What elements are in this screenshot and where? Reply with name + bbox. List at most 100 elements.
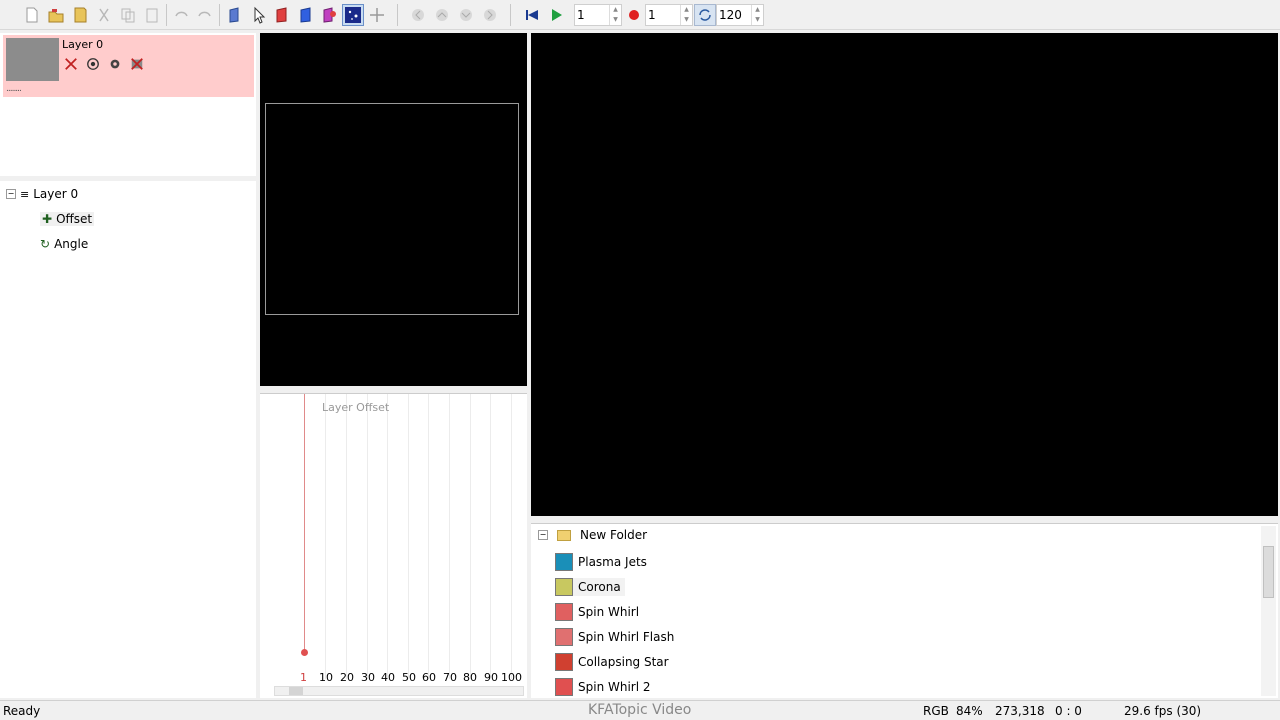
status-ready: Ready — [3, 704, 41, 718]
tick-label: 50 — [402, 671, 416, 684]
nav-right-icon[interactable] — [479, 4, 501, 26]
library-item[interactable]: Spin Whirl Flash — [555, 628, 674, 646]
status-coords: 273,318 — [995, 704, 1045, 718]
collapse-icon[interactable]: − — [6, 189, 16, 199]
tree-item-angle[interactable]: ↻ Angle — [40, 237, 88, 251]
undo-icon[interactable] — [170, 4, 192, 26]
layer-name: Layer 0 — [62, 38, 104, 51]
library-item-label: Corona — [578, 580, 621, 594]
toolbar: 1 ▲ ▼ 1 ▲ ▼ 120 ▲ ▼ — [0, 0, 1280, 30]
layer-thumbnail — [6, 38, 59, 81]
spin-whirl-flash-icon — [555, 628, 573, 646]
new-icon[interactable] — [21, 4, 43, 26]
folder-label: New Folder — [580, 528, 648, 542]
nav-up-icon[interactable] — [431, 4, 453, 26]
spin-whirl-2-icon — [555, 678, 573, 696]
blue-tool-icon[interactable] — [295, 4, 317, 26]
tree-item-offset[interactable]: ✚ Offset — [40, 212, 95, 226]
library-item-label: Spin Whirl — [578, 605, 640, 619]
tick-label: 90 — [484, 671, 498, 684]
layer-list-icon: ≡ — [20, 187, 30, 201]
record-icon[interactable] — [623, 4, 645, 26]
tree-angle-label: Angle — [54, 237, 89, 251]
transform-icon[interactable] — [366, 4, 388, 26]
tick-label: 60 — [422, 671, 436, 684]
library-item[interactable]: Spin Whirl 2 — [555, 678, 651, 696]
library-item-label: Collapsing Star — [578, 655, 669, 669]
library-item-label: Spin Whirl Flash — [578, 630, 675, 644]
status-fps: 29.6 fps (30) — [1124, 704, 1202, 718]
pointer-icon[interactable] — [248, 4, 270, 26]
effects-library: − New Folder Plasma Jets Corona Spin Whi… — [531, 523, 1278, 698]
tick-label: 70 — [443, 671, 457, 684]
tick-label: 100 — [501, 671, 522, 684]
record-value: 1 — [648, 8, 656, 22]
copy-icon[interactable] — [117, 4, 139, 26]
plasma-jets-icon — [555, 553, 573, 571]
visibility-x-icon[interactable] — [62, 55, 79, 72]
tree-offset-label: Offset — [56, 212, 93, 226]
library-item-label: Plasma Jets — [578, 555, 647, 569]
effect-icon[interactable] — [318, 4, 340, 26]
status-time: 0 : 0 — [1055, 704, 1082, 718]
target-icon[interactable] — [84, 55, 101, 72]
red-tool-icon[interactable] — [271, 4, 293, 26]
library-item[interactable]: Plasma Jets — [555, 553, 647, 571]
library-item[interactable]: Spin Whirl — [555, 603, 639, 621]
folder-row[interactable]: − New Folder — [538, 528, 647, 542]
layer-row[interactable]: Layer 0 ........ — [3, 35, 254, 97]
tick-label: 10 — [319, 671, 333, 684]
tick-label: 30 — [361, 671, 375, 684]
corona-icon — [555, 578, 573, 596]
offset-icon: ✚ — [42, 212, 53, 226]
end-frame-stepper[interactable]: 120 ▲ ▼ — [716, 4, 764, 26]
loop-icon[interactable] — [694, 4, 716, 26]
play-icon[interactable] — [545, 4, 567, 26]
status-mode: RGB — [923, 704, 949, 718]
watermark: KFATopic Video — [588, 702, 692, 718]
timeline-key[interactable] — [301, 649, 308, 656]
main-preview[interactable] — [531, 33, 1278, 516]
tree-item-layer[interactable]: − ≡ Layer 0 — [6, 187, 78, 201]
timeline-label: Layer Offset — [322, 401, 390, 414]
library-item-label: Spin Whirl 2 — [578, 680, 651, 694]
status-zoom: 84% — [956, 704, 983, 718]
property-tree: − ≡ Layer 0 ✚ Offset ↻ Angle — [0, 181, 256, 698]
tick-label: 1 — [300, 671, 307, 684]
open-icon[interactable] — [45, 4, 67, 26]
gear-icon[interactable] — [106, 55, 123, 72]
spin-whirl-icon — [555, 603, 573, 621]
timeline-panel[interactable]: Layer Offset 1 10 20 30 40 50 60 70 80 9… — [260, 393, 527, 698]
app-window: 1 ▲ ▼ 1 ▲ ▼ 120 ▲ ▼ Layer 0 ........ − ≡… — [0, 0, 1280, 720]
layer-preview[interactable] — [260, 33, 527, 386]
library-item[interactable]: Collapsing Star — [555, 653, 669, 671]
layer-dots: ........ — [6, 84, 22, 94]
save-icon[interactable] — [69, 4, 91, 26]
collapsing-star-icon — [555, 653, 573, 671]
cut-icon[interactable] — [93, 4, 115, 26]
status-bar: Ready KFATopic Video RGB 84% 273,318 0 :… — [0, 700, 1280, 720]
collapse-icon[interactable]: − — [538, 530, 548, 540]
preview-frame — [265, 103, 519, 315]
record-stepper[interactable]: 1 ▲ ▼ — [645, 4, 693, 26]
nav-left-icon[interactable] — [407, 4, 429, 26]
tick-label: 80 — [463, 671, 477, 684]
start-frame-stepper[interactable]: 1 ▲ ▼ — [574, 4, 622, 26]
end-frame-value: 120 — [719, 8, 742, 22]
timeline-cursor[interactable] — [304, 394, 305, 652]
tick-label: 40 — [381, 671, 395, 684]
paste-icon[interactable] — [141, 4, 163, 26]
timeline-scrollbar[interactable] — [274, 686, 524, 696]
select-icon[interactable] — [224, 4, 246, 26]
tick-label: 20 — [340, 671, 354, 684]
start-frame-value: 1 — [577, 8, 585, 22]
folder-icon — [557, 529, 571, 541]
library-scrollbar[interactable] — [1261, 526, 1276, 696]
library-item[interactable]: Corona — [555, 578, 625, 596]
layers-panel: Layer 0 ........ — [0, 33, 256, 176]
nav-down-icon[interactable] — [455, 4, 477, 26]
rewind-icon[interactable] — [521, 4, 543, 26]
mask-x-icon[interactable] — [128, 55, 145, 72]
starfield-icon[interactable] — [342, 4, 364, 26]
redo-icon[interactable] — [194, 4, 216, 26]
